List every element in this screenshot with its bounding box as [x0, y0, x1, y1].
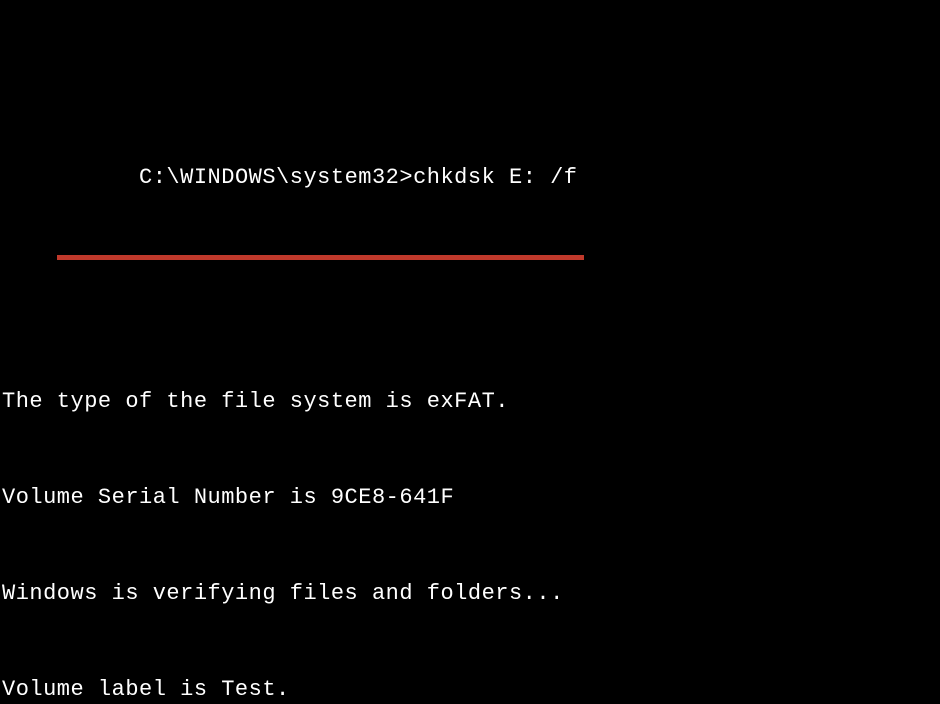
- output-line: Windows is verifying files and folders..…: [2, 578, 940, 610]
- output-line: Volume Serial Number is 9CE8-641F: [2, 482, 940, 514]
- prompt-path: C:\WINDOWS\system32>: [139, 165, 413, 190]
- output-line: Volume label is Test.: [2, 674, 940, 704]
- terminal-window[interactable]: C:\WINDOWS\system32>chkdsk E: /f The typ…: [0, 0, 940, 704]
- command-text: chkdsk E: /f: [413, 165, 577, 190]
- output-line: The type of the file system is exFAT.: [2, 386, 940, 418]
- prompt-line-1[interactable]: C:\WINDOWS\system32>chkdsk E: /f: [2, 98, 940, 290]
- highlight-underline: [57, 255, 584, 260]
